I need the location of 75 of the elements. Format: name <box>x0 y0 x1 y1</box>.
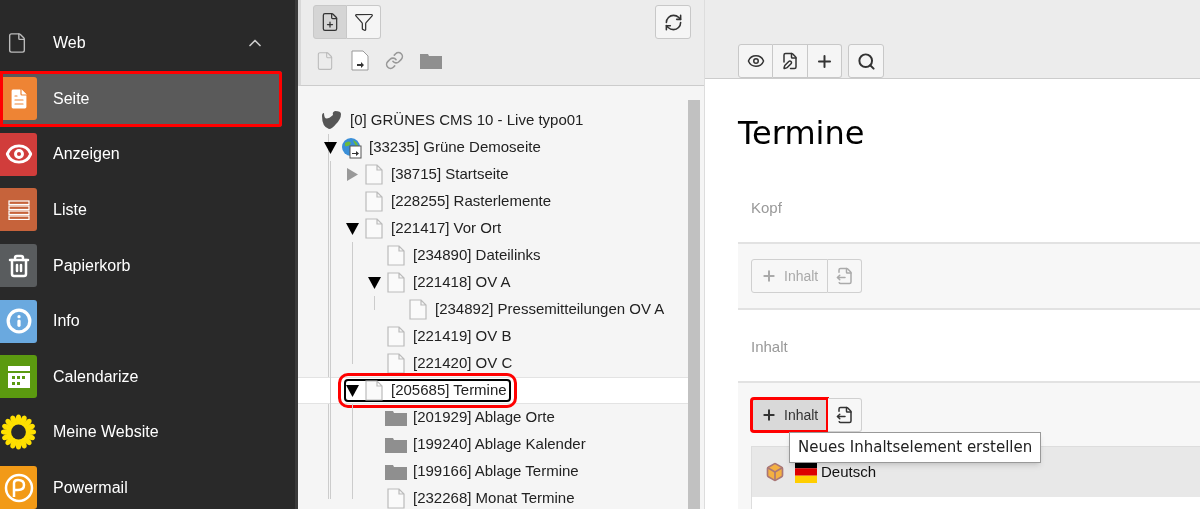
module-item[interactable]: Calendarize <box>0 348 282 405</box>
search-icon <box>856 51 876 71</box>
info-icon <box>5 308 32 335</box>
folder-icon <box>385 463 407 480</box>
tree-node[interactable]: [221417] Vor Ort <box>344 217 506 240</box>
collapse-triangle-icon[interactable] <box>346 384 359 397</box>
page-icon <box>387 326 405 347</box>
cube-icon <box>765 462 785 482</box>
tree-node[interactable]: [199166] Ablage Termine <box>366 460 583 483</box>
collapse-triangle-icon[interactable] <box>368 276 381 289</box>
tree-node[interactable]: [221419] OV B <box>366 325 516 348</box>
calendar-icon <box>6 364 31 389</box>
module-item[interactable]: Info <box>0 293 282 349</box>
page-icon <box>387 245 405 266</box>
new-page-icon <box>320 12 340 32</box>
list-icon <box>7 200 30 220</box>
tree-node[interactable]: [38715] Startseite <box>344 163 513 186</box>
eye-icon <box>746 52 765 70</box>
module-group-title[interactable]: Web <box>53 31 86 55</box>
page-icon <box>365 380 383 401</box>
paste-button[interactable] <box>828 398 863 432</box>
page-icon <box>6 32 28 54</box>
page-icon <box>365 191 383 212</box>
page-icon <box>387 353 405 374</box>
globe-page-icon <box>341 136 363 159</box>
trash-icon <box>6 253 31 278</box>
page-icon <box>387 272 405 293</box>
expand-triangle-icon[interactable] <box>346 168 359 181</box>
add-content-button[interactable]: Inhalt <box>751 398 829 432</box>
tree-node[interactable]: [221420] OV C <box>366 352 517 375</box>
powermail-icon <box>3 472 34 503</box>
collapse-triangle-icon[interactable] <box>346 222 359 235</box>
module-item[interactable]: Papierkorb <box>0 237 282 294</box>
tree-node[interactable]: [228255] Rasterlemente <box>344 190 556 213</box>
folder-icon[interactable] <box>420 52 442 69</box>
view-page-button[interactable] <box>738 44 773 78</box>
scrollbar[interactable] <box>688 100 700 509</box>
module-item[interactable]: Anzeigen <box>0 126 282 183</box>
page-icon <box>409 299 427 320</box>
tree-node[interactable]: [0] GRÜNES CMS 10 - Live typo01 <box>318 109 588 132</box>
edit-page-icon <box>781 52 799 70</box>
filter-icon <box>353 12 374 32</box>
tooltip: Neues Inhaltselement erstellen <box>789 432 1042 463</box>
paste-icon <box>835 267 854 285</box>
page-title: Termine <box>738 113 866 153</box>
module-item[interactable]: Liste <box>0 182 282 238</box>
refresh-button[interactable] <box>655 5 691 39</box>
edit-page-button[interactable] <box>773 44 808 78</box>
module-item[interactable]: Seite <box>0 71 282 127</box>
refresh-icon <box>663 12 683 32</box>
search-button[interactable] <box>848 44 884 78</box>
tree-node[interactable]: [234890] Dateilinks <box>366 244 545 267</box>
shortcut-page-icon[interactable] <box>351 50 369 71</box>
cms-logo-icon <box>320 109 342 132</box>
tree-node[interactable]: [201929] Ablage Orte <box>366 406 559 429</box>
add-button[interactable] <box>808 44 842 78</box>
collapse-triangle-icon[interactable] <box>324 141 337 154</box>
flag-icon <box>795 461 817 483</box>
plus-icon <box>761 268 777 284</box>
page-icon <box>365 218 383 239</box>
filter-button[interactable] <box>347 5 381 39</box>
plus-icon <box>761 407 777 423</box>
tree-node[interactable]: [232268] Monat Termine <box>366 487 579 509</box>
new-page-button[interactable] <box>313 5 347 39</box>
tree-node[interactable]: [221418] OV A <box>366 271 515 294</box>
page-icon <box>365 164 383 185</box>
tree-node[interactable]: [199240] Ablage Kalender <box>366 433 590 456</box>
language-label: Deutsch <box>821 461 877 482</box>
tree-node[interactable]: [234892] Pressemitteilungen OV A <box>388 298 669 321</box>
folder-icon <box>385 409 407 426</box>
tree-node[interactable]: [33235] Grüne Demoseite <box>322 136 545 159</box>
module-item[interactable]: Meine Website <box>0 404 282 461</box>
folder-icon <box>385 436 407 453</box>
paste-icon <box>835 406 854 424</box>
module-item[interactable]: Powermail <box>0 460 282 509</box>
